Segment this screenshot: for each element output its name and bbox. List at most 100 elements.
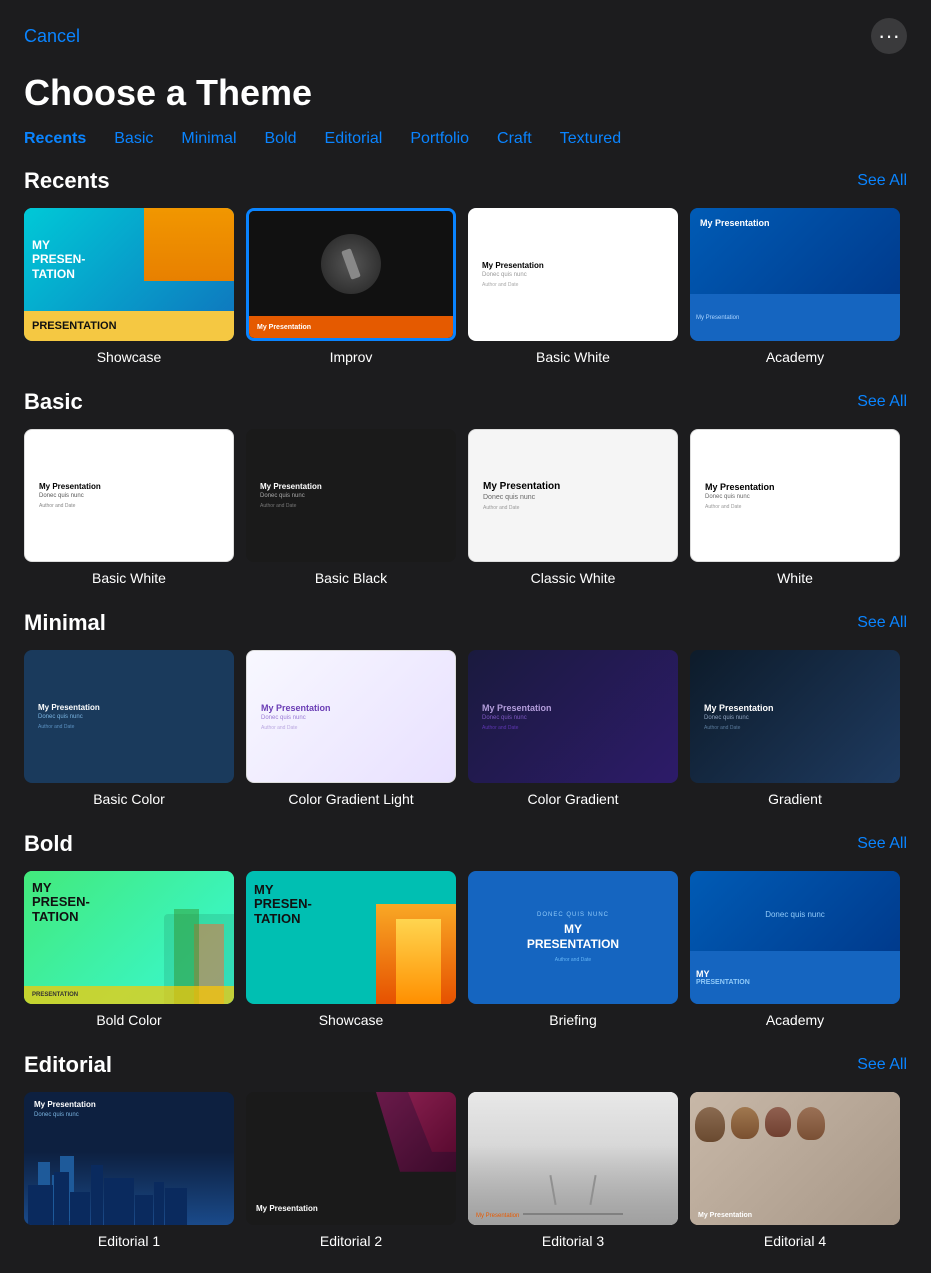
cgl-slide-sub: Donec quis nunc <box>261 715 441 721</box>
tab-portfolio[interactable]: Portfolio <box>410 130 469 148</box>
minimal-section: Minimal See All My Presentation Donec qu… <box>0 610 931 831</box>
header: Cancel ··· <box>0 0 931 72</box>
bb-slide-sub: Donec quis nunc <box>260 493 442 499</box>
theme-thumb-color-gradient-light: My Presentation Donec quis nunc Author a… <box>246 650 456 783</box>
theme-thumb-basic-white-recent: My Presentation Donec quis nunc Author a… <box>468 208 678 341</box>
slide-title: My Presentation <box>482 261 664 270</box>
tab-minimal[interactable]: Minimal <box>181 130 236 148</box>
bb-slide-author: Author and Date <box>260 503 442 509</box>
bold-header: Bold See All <box>24 831 907 857</box>
tab-recents[interactable]: Recents <box>24 130 86 148</box>
editorial-see-all[interactable]: See All <box>857 1056 907 1074</box>
recents-section: Recents See All MYPRESEN-TATION PRESENTA… <box>0 168 931 389</box>
slide-subtitle: Donec quis nunc <box>482 272 664 278</box>
theme-thumb-basic-black: My Presentation Donec quis nunc Author a… <box>246 429 456 562</box>
basic-row: My Presentation Donec quis nunc Author a… <box>24 429 907 586</box>
theme-name-bold-academy: Academy <box>766 1012 824 1028</box>
minimal-header: Minimal See All <box>24 610 907 636</box>
tab-editorial[interactable]: Editorial <box>325 130 383 148</box>
theme-item-classic-white[interactable]: My Presentation Donec quis nunc Author a… <box>468 429 678 586</box>
cgl-slide-author: Author and Date <box>261 725 441 731</box>
w-slide-sub: Donec quis nunc <box>705 494 885 500</box>
theme-item-white[interactable]: My Presentation Donec quis nunc Author a… <box>690 429 900 586</box>
theme-thumb-bold-color: MYPRESEN-TATION PRESENTATION <box>24 871 234 1004</box>
theme-name-gradient: Gradient <box>768 791 822 807</box>
tab-craft[interactable]: Craft <box>497 130 532 148</box>
theme-item-improv[interactable]: My Presentation Improv <box>246 208 456 365</box>
minimal-title: Minimal <box>24 610 106 636</box>
theme-item-bold-academy[interactable]: Donec quis nunc MY PRESENTATION Academy <box>690 871 900 1028</box>
basic-see-all[interactable]: See All <box>857 393 907 411</box>
bold-row: MYPRESEN-TATION PRESENTATION Bold Color … <box>24 871 907 1028</box>
theme-thumb-basic-color: My Presentation Donec quis nunc Author a… <box>24 650 234 783</box>
theme-thumb-bold-showcase: MYPRESEN-TATION <box>246 871 456 1004</box>
theme-name-bold-color: Bold Color <box>96 1012 161 1028</box>
theme-item-basic-black[interactable]: My Presentation Donec quis nunc Author a… <box>246 429 456 586</box>
bc-slide-title: My Presentation <box>38 703 220 712</box>
theme-name-academy-recent: Academy <box>766 349 824 365</box>
cgl-slide-title: My Presentation <box>261 703 441 713</box>
theme-name-white: White <box>777 570 813 586</box>
theme-item-basic-white-recent[interactable]: My Presentation Donec quis nunc Author a… <box>468 208 678 365</box>
theme-thumb-classic-white: My Presentation Donec quis nunc Author a… <box>468 429 678 562</box>
theme-item-editorial-4[interactable]: My Presentation Editorial 4 <box>690 1092 900 1249</box>
bold-title: Bold <box>24 831 73 857</box>
theme-item-editorial-2[interactable]: My Presentation Editorial 2 <box>246 1092 456 1249</box>
theme-item-basic-white[interactable]: My Presentation Donec quis nunc Author a… <box>24 429 234 586</box>
theme-thumb-bold-briefing: Donec quis nunc MYPRESENTATION Author an… <box>468 871 678 1004</box>
tab-bold[interactable]: Bold <box>265 130 297 148</box>
basic-title: Basic <box>24 389 83 415</box>
cw-slide-sub: Donec quis nunc <box>483 494 663 501</box>
theme-item-bold-color[interactable]: MYPRESEN-TATION PRESENTATION Bold Color <box>24 871 234 1028</box>
editorial-header: Editorial See All <box>24 1052 907 1078</box>
theme-item-editorial-1[interactable]: My Presentation Donec quis nunc <box>24 1092 234 1249</box>
theme-name-showcase: Showcase <box>97 349 162 365</box>
theme-item-academy-recent[interactable]: My Presentation My Presentation Academy <box>690 208 900 365</box>
theme-name-classic-white: Classic White <box>531 570 616 586</box>
theme-item-basic-color[interactable]: My Presentation Donec quis nunc Author a… <box>24 650 234 807</box>
theme-name-editorial-2: Editorial 2 <box>320 1233 382 1249</box>
theme-name-bold-showcase: Showcase <box>319 1012 384 1028</box>
cancel-button[interactable]: Cancel <box>24 26 80 47</box>
g-slide-title: My Presentation <box>704 703 886 713</box>
theme-item-bold-showcase[interactable]: MYPRESEN-TATION Showcase <box>246 871 456 1028</box>
minimal-see-all[interactable]: See All <box>857 614 907 632</box>
theme-name-basic-white-recent: Basic White <box>536 349 610 365</box>
theme-name-editorial-3: Editorial 3 <box>542 1233 604 1249</box>
w-slide-author: Author and Date <box>705 504 885 510</box>
minimal-row: My Presentation Donec quis nunc Author a… <box>24 650 907 807</box>
theme-item-color-gradient-light[interactable]: My Presentation Donec quis nunc Author a… <box>246 650 456 807</box>
cg-slide-sub: Donec quis nunc <box>482 715 664 721</box>
theme-item-gradient[interactable]: My Presentation Donec quis nunc Author a… <box>690 650 900 807</box>
theme-item-bold-briefing[interactable]: Donec quis nunc MYPRESENTATION Author an… <box>468 871 678 1028</box>
tab-basic[interactable]: Basic <box>114 130 153 148</box>
bb-slide-title: My Presentation <box>260 482 442 491</box>
bc-slide-author: Author and Date <box>38 724 220 730</box>
theme-item-showcase[interactable]: MYPRESEN-TATION PRESENTATION Showcase <box>24 208 234 365</box>
more-icon: ··· <box>878 23 900 49</box>
theme-thumb-bold-academy: Donec quis nunc MY PRESENTATION <box>690 871 900 1004</box>
theme-item-color-gradient[interactable]: My Presentation Donec quis nunc Author a… <box>468 650 678 807</box>
cw-slide-author: Author and Date <box>483 505 663 511</box>
theme-name-bold-briefing: Briefing <box>549 1012 596 1028</box>
w-slide-title: My Presentation <box>705 482 885 492</box>
theme-item-editorial-3[interactable]: My Presentation Editorial 3 <box>468 1092 678 1249</box>
nav-tabs: Recents Basic Minimal Bold Editorial Por… <box>0 130 931 168</box>
recents-row: MYPRESEN-TATION PRESENTATION Showcase <box>24 208 907 365</box>
recents-header: Recents See All <box>24 168 907 194</box>
editorial-section: Editorial See All My Presentation D <box>0 1052 931 1273</box>
tab-textured[interactable]: Textured <box>560 130 621 148</box>
more-button[interactable]: ··· <box>871 18 907 54</box>
g-slide-sub: Donec quis nunc <box>704 715 886 721</box>
theme-name-basic-color: Basic Color <box>93 791 165 807</box>
improv-band-text: My Presentation <box>257 324 311 331</box>
bold-see-all[interactable]: See All <box>857 835 907 853</box>
theme-name-basic-black: Basic Black <box>315 570 387 586</box>
cg-slide-title: My Presentation <box>482 703 664 713</box>
showcase-band-text: PRESENTATION <box>32 320 117 332</box>
bold-section: Bold See All MYPRESEN-TATION PRESENTATIO… <box>0 831 931 1052</box>
editorial-title: Editorial <box>24 1052 112 1078</box>
recents-see-all[interactable]: See All <box>857 172 907 190</box>
bw-slide-author: Author and Date <box>39 503 219 509</box>
cg-slide-author: Author and Date <box>482 725 664 731</box>
